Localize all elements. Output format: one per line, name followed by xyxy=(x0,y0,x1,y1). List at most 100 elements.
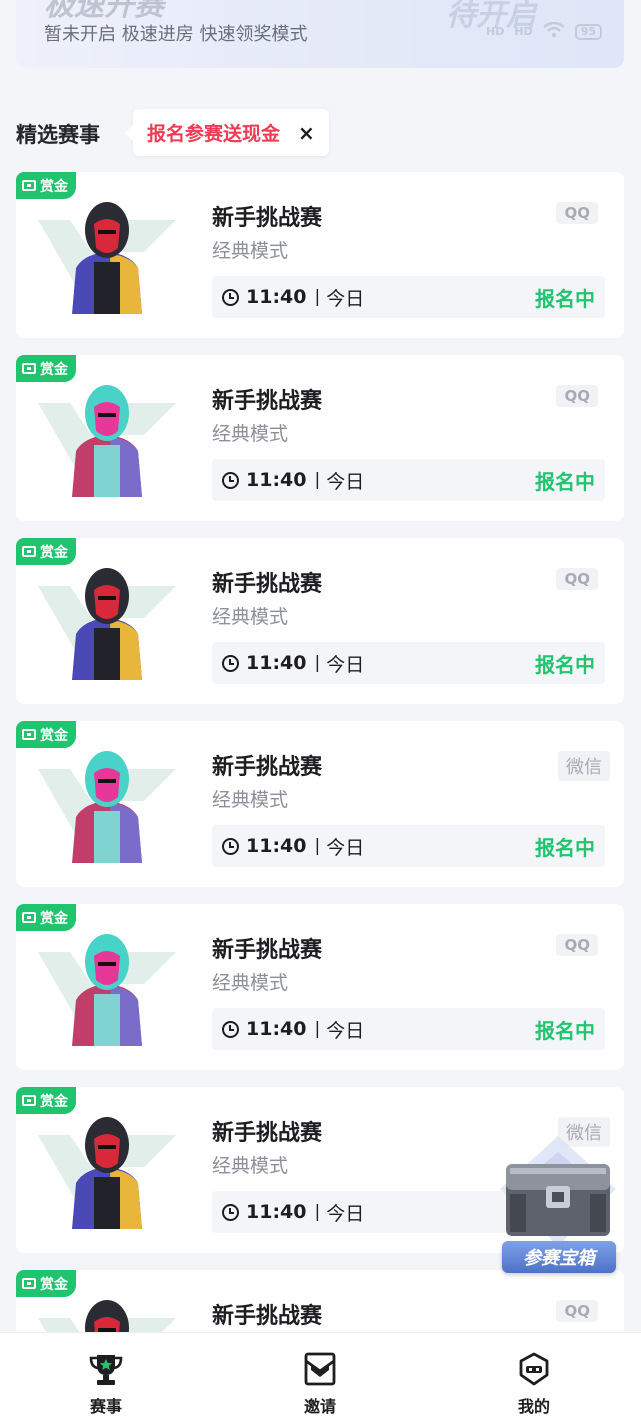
bounty-tag-label: 赏金 xyxy=(40,910,68,927)
match-day: 今日 xyxy=(326,1202,365,1225)
character-eyes xyxy=(98,962,116,966)
match-title: 新手挑战赛 xyxy=(212,938,323,963)
match-card[interactable]: 赏金 新手挑战赛 经典模式 QQ 11:40 | 今日 报名中 xyxy=(16,172,624,338)
match-title: 新手挑战赛 xyxy=(212,572,323,597)
time-separator: | xyxy=(314,470,321,490)
hd-signal-icon: HD xyxy=(486,25,505,38)
bounty-tag-label: 赏金 xyxy=(40,1276,68,1293)
character-avatar xyxy=(38,934,176,1046)
ticket-icon xyxy=(22,363,36,374)
match-time-bar: 11:40 | 今日 报名中 xyxy=(212,642,605,684)
bounty-tag-label: 赏金 xyxy=(40,1093,68,1110)
nav-tab-invite[interactable]: 邀请 xyxy=(260,1333,380,1424)
character-mask xyxy=(94,585,120,619)
match-time: 11:40 xyxy=(246,1018,307,1040)
section-title: 精选赛事 xyxy=(16,123,100,147)
ticket-icon xyxy=(22,729,36,740)
match-card[interactable]: 赏金 新手挑战赛 经典模式 QQ 11:40 | 今日 报名中 xyxy=(16,904,624,1070)
registration-status[interactable]: 报名中 xyxy=(535,466,595,495)
match-time: 11:40 xyxy=(246,835,307,857)
match-title: 新手挑战赛 xyxy=(212,755,323,780)
banner-subtitle: 暂未开启 极速进房 快速领奖模式 xyxy=(44,24,308,45)
character-eyes xyxy=(98,1328,116,1332)
bounty-tag: 赏金 xyxy=(16,172,76,199)
character-avatar xyxy=(38,1117,176,1229)
time-separator: | xyxy=(314,836,321,856)
bounty-tag: 赏金 xyxy=(16,1087,76,1114)
fast-match-banner[interactable]: 极速开赛 暂未开启 极速进房 快速领奖模式 待开启 HD HD 95 xyxy=(16,0,624,68)
bounty-tag: 赏金 xyxy=(16,904,76,931)
bounty-tag-label: 赏金 xyxy=(40,178,68,195)
bounty-tag-label: 赏金 xyxy=(40,544,68,561)
registration-status[interactable]: 报名中 xyxy=(535,1015,595,1044)
time-separator: | xyxy=(314,287,321,307)
time-separator: | xyxy=(314,1202,321,1222)
bounty-tag: 赏金 xyxy=(16,355,76,382)
clock-icon xyxy=(222,837,239,855)
platform-badge: QQ xyxy=(556,934,598,956)
character-shirt xyxy=(94,628,120,680)
match-mode: 经典模式 xyxy=(212,789,289,811)
match-title: 新手挑战赛 xyxy=(212,1304,323,1329)
match-mode: 经典模式 xyxy=(212,240,289,262)
clock-icon xyxy=(222,654,239,672)
nav-label-profile: 我的 xyxy=(517,1397,550,1416)
cash-promo-tooltip[interactable]: 报名参赛送现金 × xyxy=(125,109,329,156)
treasure-chest-button[interactable]: 参赛宝箱 xyxy=(488,1134,628,1280)
platform-badge: QQ xyxy=(556,1300,598,1322)
match-time: 11:40 xyxy=(246,469,307,491)
registration-status[interactable]: 报名中 xyxy=(535,832,595,861)
character-shirt xyxy=(94,811,120,863)
treasure-chest-icon xyxy=(500,1136,616,1246)
character-shirt xyxy=(94,994,120,1046)
bottom-nav: 赛事 邀请 我的 xyxy=(0,1333,641,1424)
match-card[interactable]: 赏金 新手挑战赛 经典模式 QQ 11:40 | 今日 报名中 xyxy=(16,538,624,704)
registration-status[interactable]: 报名中 xyxy=(535,649,595,678)
nav-tab-profile[interactable]: 我的 xyxy=(474,1333,594,1424)
match-title: 新手挑战赛 xyxy=(212,1121,323,1146)
match-mode: 经典模式 xyxy=(212,606,289,628)
character-shirt xyxy=(94,1177,120,1229)
nav-tab-matches[interactable]: 赛事 xyxy=(46,1333,166,1424)
character-eyes xyxy=(98,1145,116,1149)
character-avatar xyxy=(38,751,176,863)
nav-label-matches: 赛事 xyxy=(89,1397,122,1416)
match-mode: 经典模式 xyxy=(212,1155,289,1177)
character-mask xyxy=(94,219,120,253)
system-status-bar: HD HD 95 xyxy=(486,21,602,41)
registration-status[interactable]: 报名中 xyxy=(535,283,595,312)
character-avatar xyxy=(38,568,176,680)
character-shirt xyxy=(94,262,120,314)
platform-badge: 微信 xyxy=(558,751,610,781)
match-title: 新手挑战赛 xyxy=(212,206,323,231)
clock-icon xyxy=(222,1203,239,1221)
character-avatar xyxy=(38,202,176,314)
clock-icon xyxy=(222,288,239,306)
nav-label-invite: 邀请 xyxy=(303,1397,336,1416)
match-card[interactable]: 赏金 新手挑战赛 经典模式 QQ 11:40 | 今日 报名中 xyxy=(16,355,624,521)
match-time: 11:40 xyxy=(246,286,307,308)
character-mask xyxy=(94,768,120,802)
bounty-tag-label: 赏金 xyxy=(40,361,68,378)
match-mode: 经典模式 xyxy=(212,972,289,994)
character-eyes xyxy=(98,413,116,417)
match-time-bar: 11:40 | 今日 报名中 xyxy=(212,1008,605,1050)
ticket-icon xyxy=(22,180,36,191)
bounty-tag: 赏金 xyxy=(16,1270,76,1297)
character-eyes xyxy=(98,230,116,234)
match-time: 11:40 xyxy=(246,652,307,674)
battery-icon: 95 xyxy=(574,23,602,40)
ticket-icon xyxy=(22,1095,36,1106)
match-card[interactable]: 赏金 新手挑战赛 经典模式 微信 11:40 | 今日 报名中 xyxy=(16,721,624,887)
promo-text: 报名参赛送现金 xyxy=(147,123,281,145)
match-day: 今日 xyxy=(326,836,365,859)
clock-icon xyxy=(222,1020,239,1038)
character-shirt xyxy=(94,445,120,497)
character-mask xyxy=(94,402,120,436)
character-avatar xyxy=(38,385,176,497)
ticket-icon xyxy=(22,546,36,557)
match-day: 今日 xyxy=(326,1019,365,1042)
close-icon[interactable]: × xyxy=(298,121,315,145)
chest-label: 参赛宝箱 xyxy=(502,1241,616,1273)
time-separator: | xyxy=(314,653,321,673)
